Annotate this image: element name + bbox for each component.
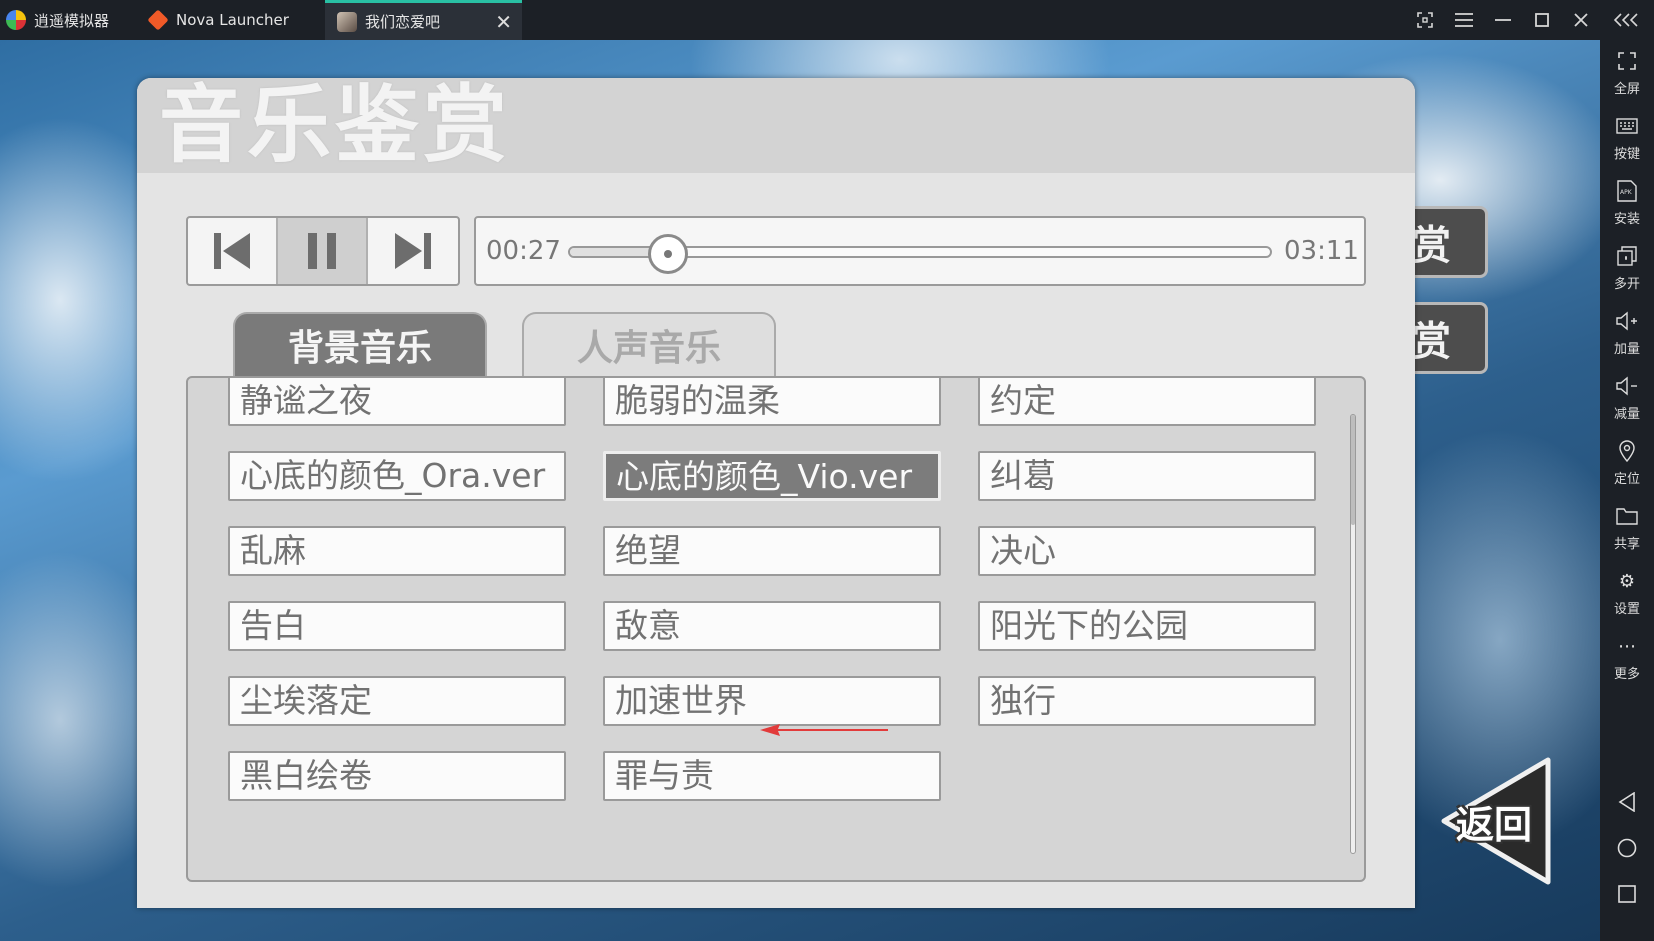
side-button-label: 赏 bbox=[1411, 319, 1451, 365]
close-tab-icon[interactable]: ✕ bbox=[495, 10, 512, 34]
game-icon bbox=[337, 11, 357, 32]
app-logo-icon bbox=[6, 10, 26, 30]
sidebar-item-label: 全屏 bbox=[1613, 82, 1640, 97]
android-back-icon[interactable] bbox=[1600, 782, 1654, 822]
page-title: 音乐鉴赏 bbox=[159, 76, 512, 174]
tab-label: 背景音乐 bbox=[287, 328, 432, 369]
panel-header: 音乐鉴赏 bbox=[137, 78, 1415, 173]
playback-controls bbox=[186, 216, 460, 286]
song-item[interactable]: 心底的颜色_Ora.ver bbox=[228, 451, 566, 501]
song-item[interactable]: 乱麻 bbox=[228, 526, 566, 576]
menu-icon[interactable] bbox=[1444, 0, 1484, 40]
game-screen: 赏 赏 音乐鉴赏 00:27 03:11 背景音乐 人声音乐 静谧之夜 脆弱的温… bbox=[0, 40, 1600, 941]
scrollbar-thumb[interactable] bbox=[1351, 415, 1355, 525]
seek-knob[interactable] bbox=[648, 234, 688, 274]
sidebar-item-volume-up[interactable]: 加量 bbox=[1600, 308, 1654, 370]
maximize-icon[interactable] bbox=[1522, 0, 1562, 40]
sidebar-item-multi[interactable]: 多开 bbox=[1600, 243, 1654, 305]
progress-bar-box: 00:27 03:11 bbox=[474, 216, 1366, 286]
sidebar-item-label: 共享 bbox=[1613, 537, 1640, 552]
list-scrollbar[interactable] bbox=[1350, 414, 1356, 854]
volume-down-icon bbox=[1614, 373, 1640, 399]
tab-nova-launcher[interactable]: Nova Launcher bbox=[140, 0, 320, 40]
app-name: 逍遥模拟器 bbox=[34, 11, 110, 30]
svg-text:APK: APK bbox=[1620, 189, 1633, 196]
song-item[interactable]: 脆弱的温柔 bbox=[603, 378, 941, 426]
gear-icon: ⚙ bbox=[1618, 570, 1636, 592]
sidebar-item-label: 更多 bbox=[1613, 667, 1640, 682]
sidebar-item-install[interactable]: APK 安装 bbox=[1600, 178, 1654, 240]
sidebar-item-label: 加量 bbox=[1613, 342, 1640, 357]
fullscreen-icon bbox=[1614, 48, 1640, 74]
sidebar-item-share[interactable]: 共享 bbox=[1600, 503, 1654, 565]
skip-next-icon bbox=[395, 233, 431, 269]
tab-label: Nova Launcher bbox=[176, 11, 289, 29]
song-item[interactable]: 静谧之夜 bbox=[228, 378, 566, 426]
total-time: 03:11 bbox=[1284, 236, 1359, 266]
screenshot-icon[interactable] bbox=[1405, 0, 1445, 40]
sidebar-item-label: 安装 bbox=[1613, 212, 1640, 227]
volume-up-icon bbox=[1614, 308, 1640, 334]
song-item[interactable]: 尘埃落定 bbox=[228, 676, 566, 726]
song-item[interactable]: 罪与责 bbox=[603, 751, 941, 801]
song-item[interactable]: 约定 bbox=[978, 378, 1316, 426]
nova-launcher-icon bbox=[147, 9, 169, 31]
minimize-icon[interactable] bbox=[1483, 0, 1523, 40]
song-item[interactable]: 告白 bbox=[228, 601, 566, 651]
song-item[interactable]: 纠葛 bbox=[978, 451, 1316, 501]
back-label: 返回 bbox=[1456, 803, 1533, 847]
song-item[interactable]: 敌意 bbox=[603, 601, 941, 651]
song-item[interactable]: 阳光下的公园 bbox=[978, 601, 1316, 651]
title-bar: 逍遥模拟器 Nova Launcher 我们恋爱吧 ✕ bbox=[0, 0, 1654, 40]
apk-install-icon: APK bbox=[1614, 178, 1640, 204]
side-button-label: 赏 bbox=[1411, 223, 1451, 269]
close-window-icon[interactable] bbox=[1561, 0, 1601, 40]
song-item[interactable]: 加速世界 bbox=[603, 676, 941, 726]
emulator-sidebar: 全屏 按键 APK 安装 多开 加量 减量 定位 共享 ⚙ 设置 ⋯ 更多 bbox=[1600, 40, 1654, 941]
sidebar-item-label: 按键 bbox=[1613, 147, 1640, 162]
sidebar-item-label: 设置 bbox=[1613, 602, 1640, 617]
keyboard-icon bbox=[1614, 113, 1640, 139]
back-button[interactable]: 返回 bbox=[1436, 756, 1556, 886]
song-item-selected[interactable]: 心底的颜色_Vio.ver bbox=[603, 451, 941, 501]
more-icon: ⋯ bbox=[1618, 635, 1636, 657]
tab-game[interactable]: 我们恋爱吧 ✕ bbox=[325, 0, 522, 40]
sidebar-item-keymap[interactable]: 按键 bbox=[1600, 113, 1654, 175]
song-item[interactable]: 绝望 bbox=[603, 526, 941, 576]
song-list: 静谧之夜 脆弱的温柔 约定 心底的颜色_Ora.ver 心底的颜色_Vio.ve… bbox=[186, 376, 1366, 882]
song-item[interactable]: 黑白绘卷 bbox=[228, 751, 566, 801]
collapse-sidebar-icon[interactable] bbox=[1606, 0, 1646, 40]
tab-vocal[interactable]: 人声音乐 bbox=[522, 312, 776, 376]
multi-instance-icon bbox=[1614, 243, 1640, 269]
sidebar-item-location[interactable]: 定位 bbox=[1600, 438, 1654, 500]
next-track-button[interactable] bbox=[368, 218, 458, 284]
seek-slider[interactable] bbox=[568, 234, 1272, 274]
tab-bgm[interactable]: 背景音乐 bbox=[233, 312, 487, 376]
skip-previous-icon bbox=[214, 233, 250, 269]
sidebar-item-label: 多开 bbox=[1613, 277, 1640, 292]
sidebar-item-fullscreen[interactable]: 全屏 bbox=[1600, 48, 1654, 110]
sidebar-item-settings[interactable]: ⚙ 设置 bbox=[1600, 568, 1654, 630]
app-tab[interactable]: 逍遥模拟器 bbox=[6, 0, 136, 40]
pause-button[interactable] bbox=[278, 218, 368, 284]
previous-track-button[interactable] bbox=[188, 218, 278, 284]
song-item[interactable]: 独行 bbox=[978, 676, 1316, 726]
annotation-arrow-icon bbox=[760, 724, 888, 736]
pause-icon bbox=[308, 233, 336, 269]
sidebar-item-more[interactable]: ⋯ 更多 bbox=[1600, 633, 1654, 695]
sidebar-item-label: 减量 bbox=[1613, 407, 1640, 422]
sidebar-item-volume-down[interactable]: 减量 bbox=[1600, 373, 1654, 435]
current-time: 00:27 bbox=[486, 236, 561, 266]
location-icon bbox=[1614, 438, 1640, 464]
android-home-icon[interactable] bbox=[1600, 828, 1654, 868]
tab-label: 人声音乐 bbox=[576, 328, 721, 369]
android-recents-icon[interactable] bbox=[1600, 874, 1654, 914]
folder-icon bbox=[1614, 503, 1640, 529]
tab-label: 我们恋爱吧 bbox=[365, 13, 441, 31]
sidebar-item-label: 定位 bbox=[1613, 472, 1640, 487]
song-item[interactable]: 决心 bbox=[978, 526, 1316, 576]
